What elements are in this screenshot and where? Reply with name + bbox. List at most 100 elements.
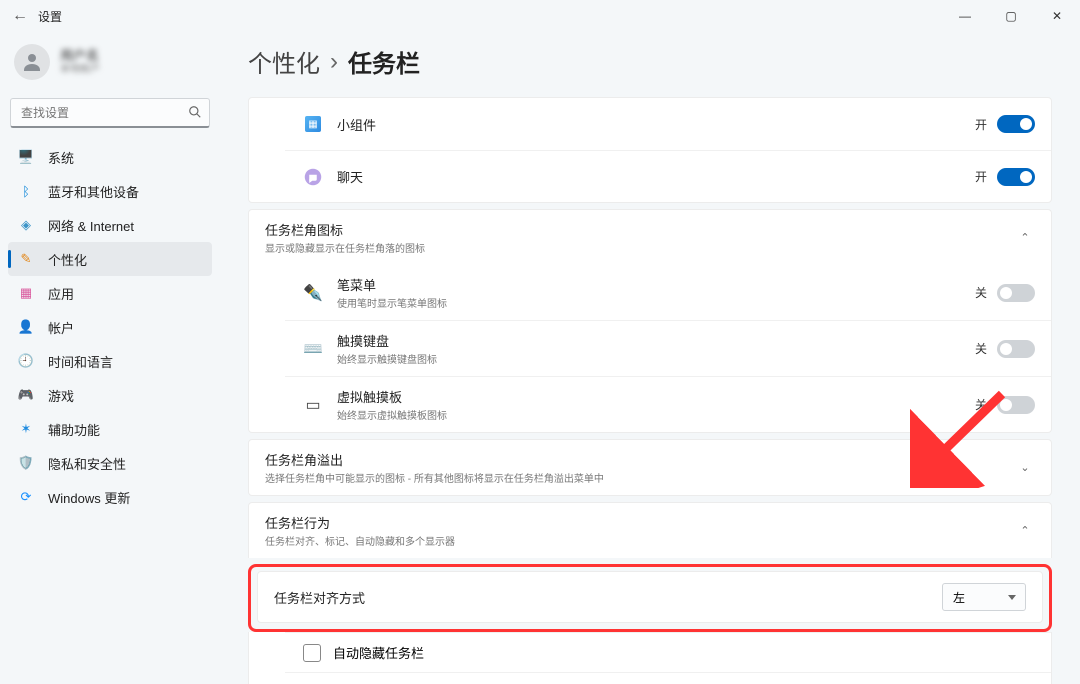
nav-label: 隐私和安全性 bbox=[48, 454, 126, 473]
touchpad-state: 关 bbox=[975, 396, 987, 413]
nav-icon: 🕘 bbox=[18, 353, 34, 369]
touchkb-toggle[interactable] bbox=[997, 340, 1035, 358]
chevron-down-icon: ⌄ bbox=[1015, 461, 1035, 474]
nav-item-5[interactable]: 👤 帐户 bbox=[8, 310, 212, 344]
search-box[interactable] bbox=[10, 98, 210, 128]
sidebar: 用户名 本地帐户 🖥️ 系统 ᛒ蓝牙和其他设备 ◈ 网络 & Internet ✎ 个性化 ▦… bbox=[0, 32, 220, 684]
nav-item-0[interactable]: 🖥️ 系统 bbox=[8, 140, 212, 174]
nav-icon: ✎ bbox=[18, 251, 34, 267]
chat-icon bbox=[303, 168, 323, 186]
widgets-row[interactable]: ▦ 小组件 开 bbox=[285, 98, 1051, 150]
nav-item-3[interactable]: ✎ 个性化 bbox=[8, 242, 212, 276]
avatar-icon bbox=[14, 44, 50, 80]
profile-name: 用户名 bbox=[60, 48, 100, 64]
corner-icons-body: ✒️笔菜单使用笔时显示笔菜单图标关⌨️触摸键盘始终显示触摸键盘图标关▭虚拟触摸板… bbox=[248, 265, 1052, 433]
taskbar-items-card: ▦ 小组件 开 聊天 开 bbox=[248, 97, 1052, 203]
corner-item-touchpad[interactable]: ▭ 虚拟触摸板始终显示虚拟触摸板图标关 bbox=[285, 376, 1051, 432]
widgets-toggle[interactable] bbox=[997, 115, 1035, 133]
widgets-state: 开 bbox=[975, 116, 987, 133]
nav-label: 辅助功能 bbox=[48, 420, 100, 439]
behaviors-title: 任务栏行为 bbox=[265, 513, 1009, 532]
touchkb-icon: ⌨️ bbox=[303, 339, 323, 359]
back-button[interactable]: ← bbox=[8, 7, 32, 25]
chat-label: 聊天 bbox=[337, 167, 975, 186]
nav-icon: ◈ bbox=[18, 217, 34, 233]
nav-icon: 👤 bbox=[18, 319, 34, 335]
nav-label: 系统 bbox=[48, 148, 74, 167]
autohide-label: 自动隐藏任务栏 bbox=[333, 643, 424, 662]
nav-item-7[interactable]: 🎮 游戏 bbox=[8, 378, 212, 412]
alignment-value: 左 bbox=[953, 589, 965, 606]
nav-item-9[interactable]: 🛡️ 隐私和安全性 bbox=[8, 446, 212, 480]
behaviors-body: 自动隐藏任务栏 ✓ 在任务栏应用上显示徽章 (未读邮件计数器)。 在所有显示器上… bbox=[248, 632, 1052, 684]
alignment-label: 任务栏对齐方式 bbox=[274, 588, 942, 607]
autohide-checkbox[interactable] bbox=[303, 644, 321, 662]
autohide-row[interactable]: 自动隐藏任务栏 bbox=[285, 632, 1051, 672]
nav-icon: 🖥️ bbox=[18, 149, 34, 165]
badges-row[interactable]: ✓ 在任务栏应用上显示徽章 (未读邮件计数器)。 bbox=[285, 672, 1051, 684]
main-content: 个性化 › 任务栏 ▦ 小组件 开 聊天 开 bbox=[220, 32, 1080, 684]
alignment-highlight: 任务栏对齐方式 左 bbox=[248, 564, 1052, 632]
touchpad-title: 虚拟触摸板 bbox=[337, 387, 975, 406]
corner-item-pen[interactable]: ✒️ 笔菜单使用笔时显示笔菜单图标关 bbox=[285, 265, 1051, 320]
pen-title: 笔菜单 bbox=[337, 275, 975, 294]
title-bar: ← 设置 — ▢ ✕ bbox=[0, 0, 1080, 32]
nav-item-4[interactable]: ▦应用 bbox=[8, 276, 212, 310]
touchpad-sub: 始终显示虚拟触摸板图标 bbox=[337, 407, 975, 422]
breadcrumb-parent[interactable]: 个性化 bbox=[248, 44, 320, 79]
nav-item-1[interactable]: ᛒ蓝牙和其他设备 bbox=[8, 174, 212, 208]
breadcrumb-sep: › bbox=[330, 48, 338, 76]
touchkb-title: 触摸键盘 bbox=[337, 331, 975, 350]
profile-sub: 本地帐户 bbox=[60, 64, 100, 76]
nav-item-2[interactable]: ◈ 网络 & Internet bbox=[8, 208, 212, 242]
overflow-header[interactable]: 任务栏角溢出 选择任务栏角中可能显示的图标 - 所有其他图标将显示在任务栏角溢出… bbox=[248, 439, 1052, 496]
nav-label: 应用 bbox=[48, 284, 74, 303]
maximize-button[interactable]: ▢ bbox=[988, 0, 1034, 32]
close-button[interactable]: ✕ bbox=[1034, 0, 1080, 32]
nav-label: 帐户 bbox=[48, 318, 74, 337]
nav-label: 蓝牙和其他设备 bbox=[48, 182, 139, 201]
nav-label: 游戏 bbox=[48, 386, 74, 405]
corner-icons-header[interactable]: 任务栏角图标 显示或隐藏显示在任务栏角落的图标 ⌃ bbox=[248, 209, 1052, 265]
profile-block[interactable]: 用户名 本地帐户 bbox=[8, 36, 212, 94]
nav-label: 个性化 bbox=[48, 250, 87, 269]
breadcrumb: 个性化 › 任务栏 bbox=[248, 44, 1052, 79]
behaviors-header[interactable]: 任务栏行为 任务栏对齐、标记、自动隐藏和多个显示器 ⌃ bbox=[248, 502, 1052, 558]
nav-label: 网络 & Internet bbox=[48, 216, 134, 235]
search-icon bbox=[188, 105, 202, 124]
search-input[interactable] bbox=[10, 98, 210, 128]
nav-icon: ⟳ bbox=[18, 489, 34, 505]
nav-icon: 🎮 bbox=[18, 387, 34, 403]
chevron-up-icon: ⌃ bbox=[1015, 231, 1035, 244]
chevron-up-icon: ⌃ bbox=[1015, 524, 1035, 537]
touchpad-toggle[interactable] bbox=[997, 396, 1035, 414]
touchkb-state: 关 bbox=[975, 340, 987, 357]
alignment-row: 任务栏对齐方式 左 bbox=[257, 571, 1043, 623]
corner-icons-title: 任务栏角图标 bbox=[265, 220, 1009, 239]
pen-toggle[interactable] bbox=[997, 284, 1035, 302]
touchkb-sub: 始终显示触摸键盘图标 bbox=[337, 351, 975, 366]
pen-sub: 使用笔时显示笔菜单图标 bbox=[337, 295, 975, 310]
nav-item-8[interactable]: ✶ 辅助功能 bbox=[8, 412, 212, 446]
pen-state: 关 bbox=[975, 284, 987, 301]
corner-item-touchkb[interactable]: ⌨️ 触摸键盘始终显示触摸键盘图标关 bbox=[285, 320, 1051, 376]
window-controls: — ▢ ✕ bbox=[942, 0, 1080, 32]
chat-state: 开 bbox=[975, 168, 987, 185]
breadcrumb-current: 任务栏 bbox=[348, 44, 420, 79]
widgets-label: 小组件 bbox=[337, 115, 975, 134]
nav-list: 🖥️ 系统 ᛒ蓝牙和其他设备 ◈ 网络 & Internet ✎ 个性化 ▦应用 👤 帐户 🕘 时间和… bbox=[8, 140, 212, 514]
nav-item-6[interactable]: 🕘 时间和语言 bbox=[8, 344, 212, 378]
nav-icon: 🛡️ bbox=[18, 455, 34, 471]
alignment-select[interactable]: 左 bbox=[942, 583, 1026, 611]
chat-toggle[interactable] bbox=[997, 168, 1035, 186]
touchpad-icon: ▭ bbox=[303, 395, 323, 415]
chat-row[interactable]: 聊天 开 bbox=[285, 150, 1051, 202]
nav-icon: ✶ bbox=[18, 421, 34, 437]
nav-item-10[interactable]: ⟳Windows 更新 bbox=[8, 480, 212, 514]
widgets-icon: ▦ bbox=[303, 116, 323, 132]
overflow-sub: 选择任务栏角中可能显示的图标 - 所有其他图标将显示在任务栏角溢出菜单中 bbox=[265, 470, 1009, 485]
window-title: 设置 bbox=[38, 8, 62, 25]
nav-label: 时间和语言 bbox=[48, 352, 113, 371]
pen-icon: ✒️ bbox=[303, 283, 323, 303]
minimize-button[interactable]: — bbox=[942, 0, 988, 32]
